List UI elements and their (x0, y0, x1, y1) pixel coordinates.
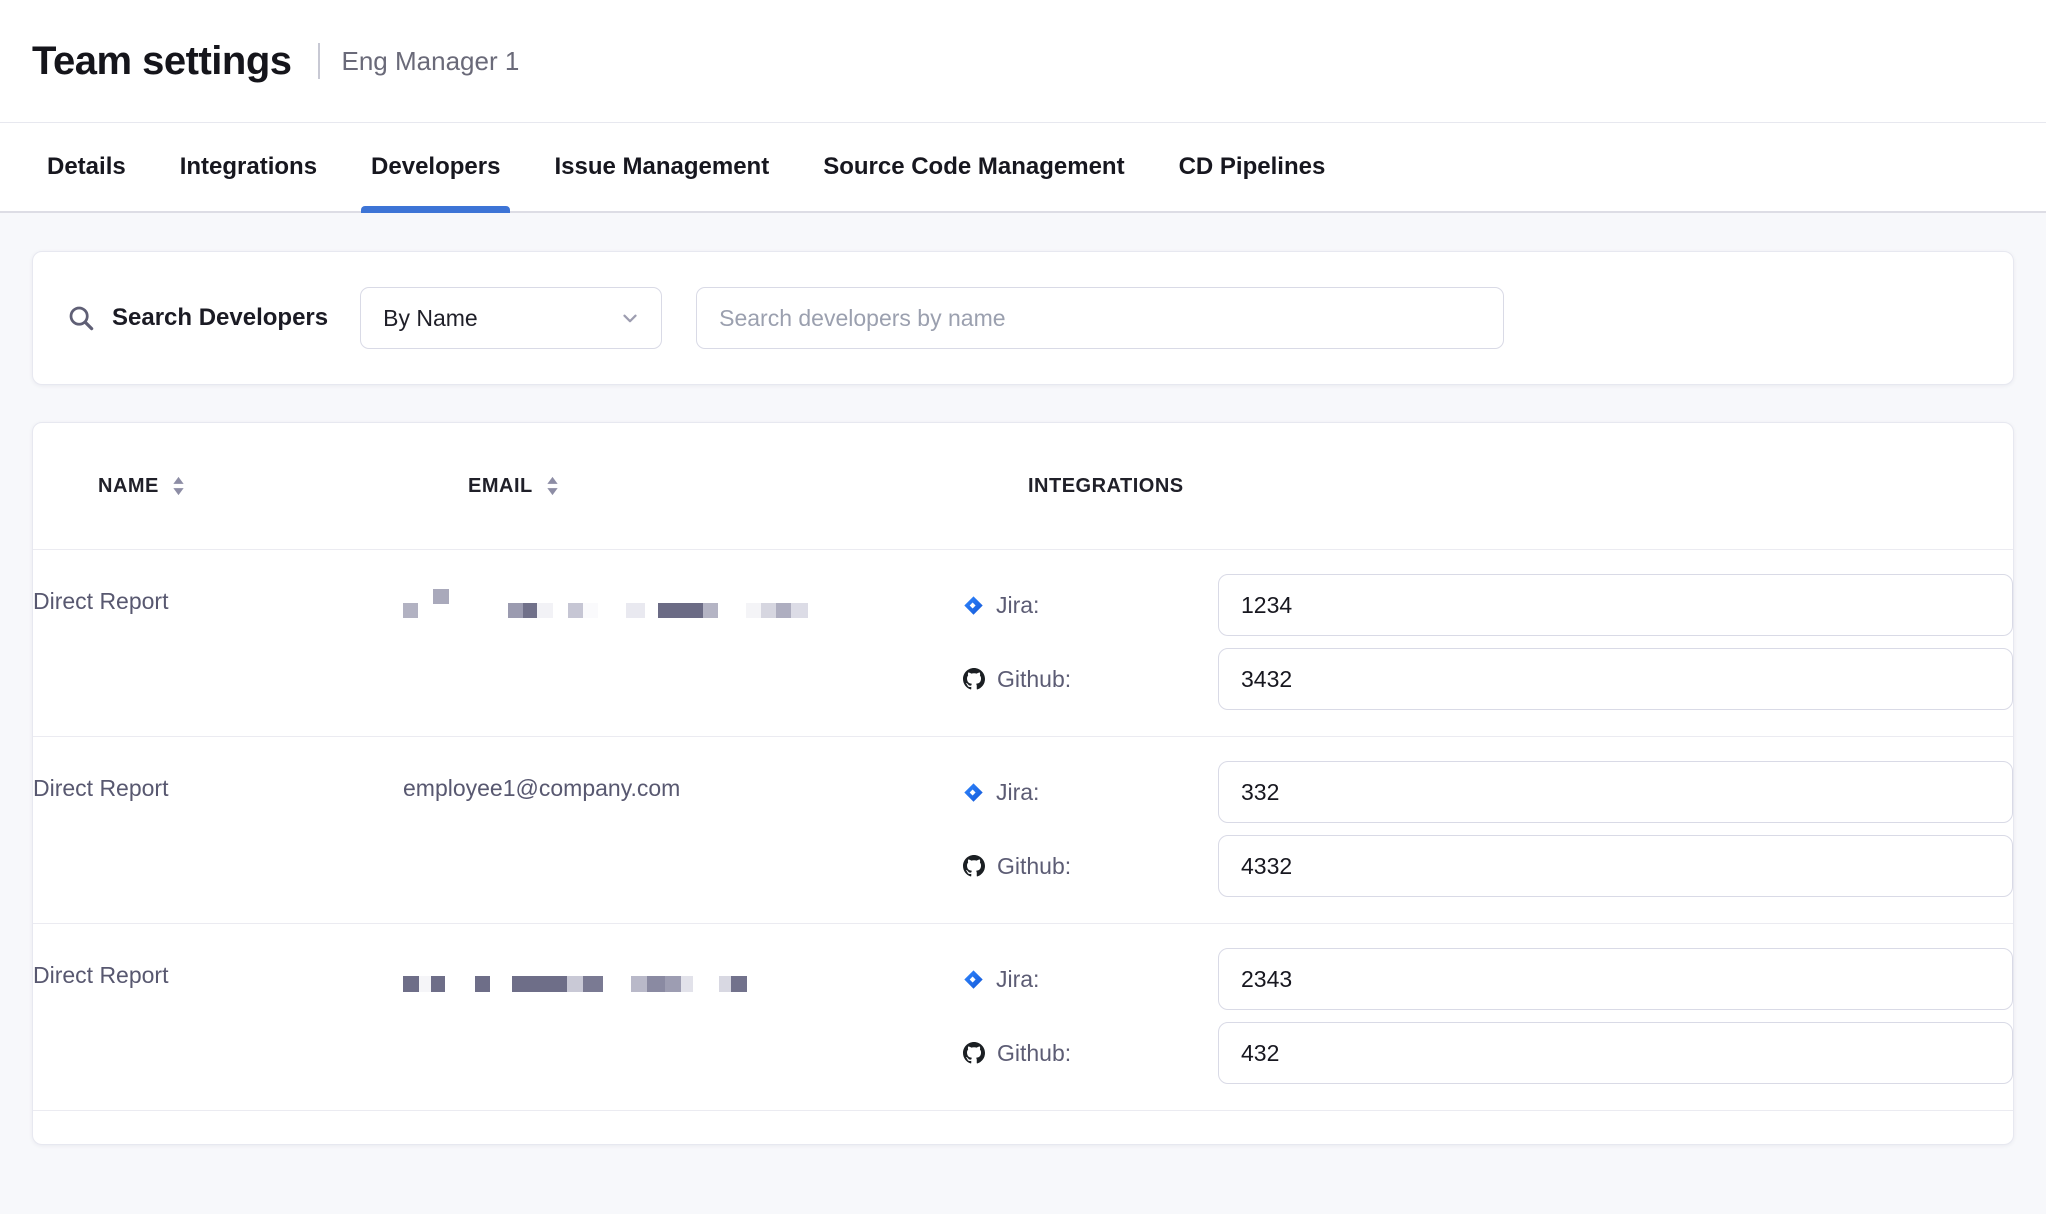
name-header-label: NAME (98, 475, 159, 498)
jira-icon (963, 969, 984, 990)
jira-integration-line: Jira: (963, 761, 2013, 823)
developer-name: Direct Report (33, 574, 403, 710)
redacted-email-blocks (403, 962, 963, 992)
developer-email-redacted (403, 948, 963, 1084)
search-filter-select[interactable]: By Name (360, 287, 662, 349)
tab-integrations[interactable]: Integrations (176, 123, 321, 211)
jira-integration-line: Jira: (963, 574, 2013, 636)
developer-email: employee1@company.com (403, 761, 963, 897)
column-header-name: NAME (98, 475, 468, 498)
jira-integration-line: Jira: (963, 948, 2013, 1010)
search-label: Search Developers (112, 304, 328, 332)
github-label-group: Github: (963, 853, 1218, 880)
jira-label: Jira: (996, 592, 1039, 619)
sort-email-icon[interactable] (545, 475, 560, 497)
developer-name: Direct Report (33, 761, 403, 897)
github-icon (963, 1042, 985, 1064)
jira-label-group: Jira: (963, 592, 1218, 619)
developer-email-redacted (403, 574, 963, 710)
github-label-group: Github: (963, 1040, 1218, 1067)
github-label: Github: (997, 1040, 1071, 1067)
github-id-input[interactable] (1218, 835, 2013, 897)
main-content: Search Developers By Name NAME (0, 213, 2046, 1145)
github-integration-line: Github: (963, 648, 2013, 710)
github-integration-line: Github: (963, 835, 2013, 897)
chevron-down-icon (619, 307, 641, 329)
page-title: Team settings (32, 39, 292, 84)
sort-name-icon[interactable] (171, 475, 186, 497)
developers-table: NAME EMAIL INTEGRATIONS (32, 422, 2014, 1145)
tab-source-code-management[interactable]: Source Code Management (819, 123, 1128, 211)
github-id-input[interactable] (1218, 648, 2013, 710)
table-header-row: NAME EMAIL INTEGRATIONS (33, 423, 2013, 549)
jira-label: Jira: (996, 779, 1039, 806)
github-label: Github: (997, 853, 1071, 880)
tab-bar: Details Integrations Developers Issue Ma… (0, 123, 2046, 213)
github-icon (963, 855, 985, 877)
search-filter-value: By Name (383, 305, 478, 332)
title-separator (318, 43, 320, 79)
table-row: Direct Report Jira: (33, 923, 2013, 1111)
app-header: Team settings Eng Manager 1 (0, 0, 2046, 123)
jira-label-group: Jira: (963, 779, 1218, 806)
search-input[interactable] (696, 287, 1504, 349)
jira-icon (963, 782, 984, 803)
jira-icon (963, 595, 984, 616)
jira-label: Jira: (996, 966, 1039, 993)
jira-id-input[interactable] (1218, 761, 2013, 823)
github-id-input[interactable] (1218, 1022, 2013, 1084)
integrations-cell: Jira: Github: (963, 948, 2013, 1084)
table-row: Direct Report employee1@company.com Jira… (33, 736, 2013, 923)
search-icon (66, 303, 96, 333)
column-header-integrations: INTEGRATIONS (1028, 475, 1938, 498)
developer-name: Direct Report (33, 948, 403, 1084)
github-label-group: Github: (963, 666, 1218, 693)
jira-id-input[interactable] (1218, 574, 2013, 636)
integrations-cell: Jira: Github: (963, 761, 2013, 897)
table-row: Direct Report Jira: (33, 549, 2013, 736)
column-header-email: EMAIL (468, 475, 1028, 498)
github-icon (963, 668, 985, 690)
tab-issue-management[interactable]: Issue Management (550, 123, 773, 211)
jira-id-input[interactable] (1218, 948, 2013, 1010)
integrations-cell: Jira: Github: (963, 574, 2013, 710)
tab-details[interactable]: Details (43, 123, 130, 211)
github-integration-line: Github: (963, 1022, 2013, 1084)
redacted-email-blocks (403, 588, 963, 618)
tab-developers[interactable]: Developers (367, 123, 504, 211)
page-subtitle: Eng Manager 1 (342, 46, 520, 77)
integrations-header-label: INTEGRATIONS (1028, 475, 1184, 498)
search-panel: Search Developers By Name (32, 251, 2014, 385)
jira-label-group: Jira: (963, 966, 1218, 993)
github-label: Github: (997, 666, 1071, 693)
email-header-label: EMAIL (468, 475, 533, 498)
tab-cd-pipelines[interactable]: CD Pipelines (1175, 123, 1330, 211)
